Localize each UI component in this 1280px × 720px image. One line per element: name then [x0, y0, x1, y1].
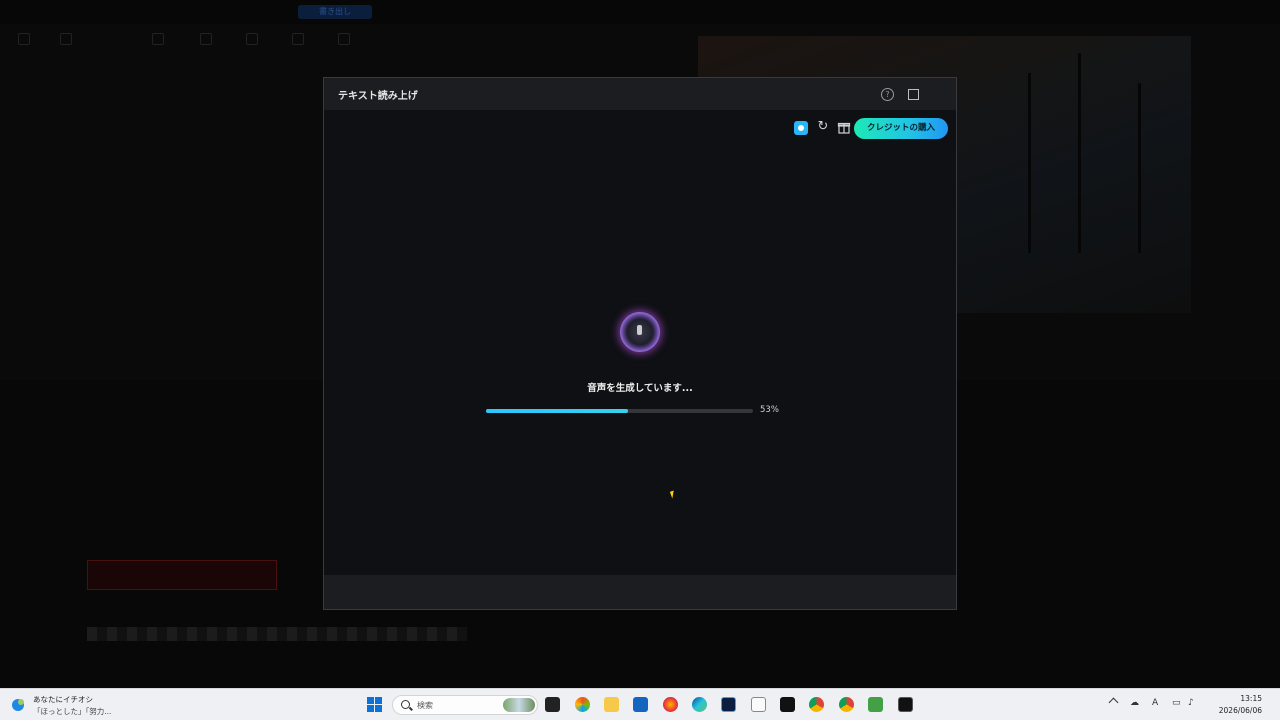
effects-icon: [152, 33, 164, 45]
display-tray-icon[interactable]: ▭: [1172, 698, 1181, 708]
progress-bar-fill: [486, 409, 628, 413]
timeline-clip: [87, 560, 277, 590]
buy-credits-button[interactable]: クレジットの購入: [854, 118, 948, 139]
audio-icon: [60, 33, 72, 45]
file-explorer-icon[interactable]: [604, 697, 619, 712]
stickers-icon: [292, 33, 304, 45]
search-icon: [401, 700, 410, 709]
photoshop-icon[interactable]: [721, 697, 736, 712]
templates-icon: [338, 33, 350, 45]
chrome-icon[interactable]: [809, 697, 824, 712]
transitions-icon: [200, 33, 212, 45]
dialog-header: テキスト読み上げ ?: [324, 78, 956, 110]
store-icon[interactable]: [633, 697, 648, 712]
start-button[interactable]: [367, 697, 383, 713]
volume-icon[interactable]: ♪: [1188, 698, 1194, 708]
voice-orb-icon: [620, 312, 660, 352]
news-widget-title[interactable]: あなたにイチオシ: [33, 694, 93, 705]
filters-icon: [246, 33, 258, 45]
generation-progress: 音声を生成しています... 53%: [324, 308, 956, 428]
clock-date[interactable]: 2026/06/06: [1206, 706, 1262, 715]
credits-badge-icon[interactable]: [794, 121, 808, 135]
search-highlight-image: [503, 698, 535, 712]
text-to-speech-dialog: テキスト読み上げ ? ↻ クレジットの購入 音声を生成しています... 53%: [323, 77, 957, 610]
green-app-icon[interactable]: [868, 697, 883, 712]
refresh-icon[interactable]: ↻: [816, 120, 830, 134]
progress-bar: [486, 409, 753, 413]
capture-app-icon[interactable]: [898, 697, 913, 712]
progress-percent: 53%: [760, 405, 779, 415]
taskbar: あなたにイチオシ 「ほっとした」「努力... 検索 ☁ A ▭ ♪ 13:15 …: [0, 688, 1280, 720]
dialog-footer: [324, 575, 956, 609]
tray-overflow-icon[interactable]: [1108, 697, 1119, 708]
video-editor-icon[interactable]: [780, 697, 795, 712]
dialog-title: テキスト読み上げ: [338, 91, 418, 102]
input-indicator[interactable]: A: [1152, 698, 1158, 708]
task-view-icon[interactable]: [545, 697, 560, 712]
help-icon[interactable]: ?: [881, 88, 894, 101]
chrome-profile-icon[interactable]: [839, 697, 854, 712]
taskbar-search-box[interactable]: 検索: [392, 695, 538, 715]
media-icon: [18, 33, 30, 45]
timeline-video-track: [87, 627, 467, 641]
gift-icon[interactable]: [837, 120, 851, 134]
copilot-icon[interactable]: [575, 697, 590, 712]
editor-title-bar: [0, 0, 1280, 24]
maximize-icon[interactable]: [908, 89, 919, 100]
search-placeholder: 検索: [417, 701, 433, 710]
news-widget-subtitle[interactable]: 「ほっとした」「努力...: [33, 706, 111, 717]
weather-widget-icon[interactable]: [10, 696, 27, 713]
network-tray-icon[interactable]: ☁: [1130, 698, 1139, 708]
firefox-icon[interactable]: [663, 697, 678, 712]
desktop-screen: 書き出し テキスト読み上げ ? ↻ クレジットの購入 音声を生成しています...…: [0, 0, 1280, 720]
clock-time[interactable]: 13:15: [1222, 694, 1262, 703]
edge-icon[interactable]: [692, 697, 707, 712]
export-button[interactable]: 書き出し: [298, 5, 372, 19]
notepad-icon[interactable]: [751, 697, 766, 712]
generation-status-text: 音声を生成しています...: [587, 383, 693, 394]
